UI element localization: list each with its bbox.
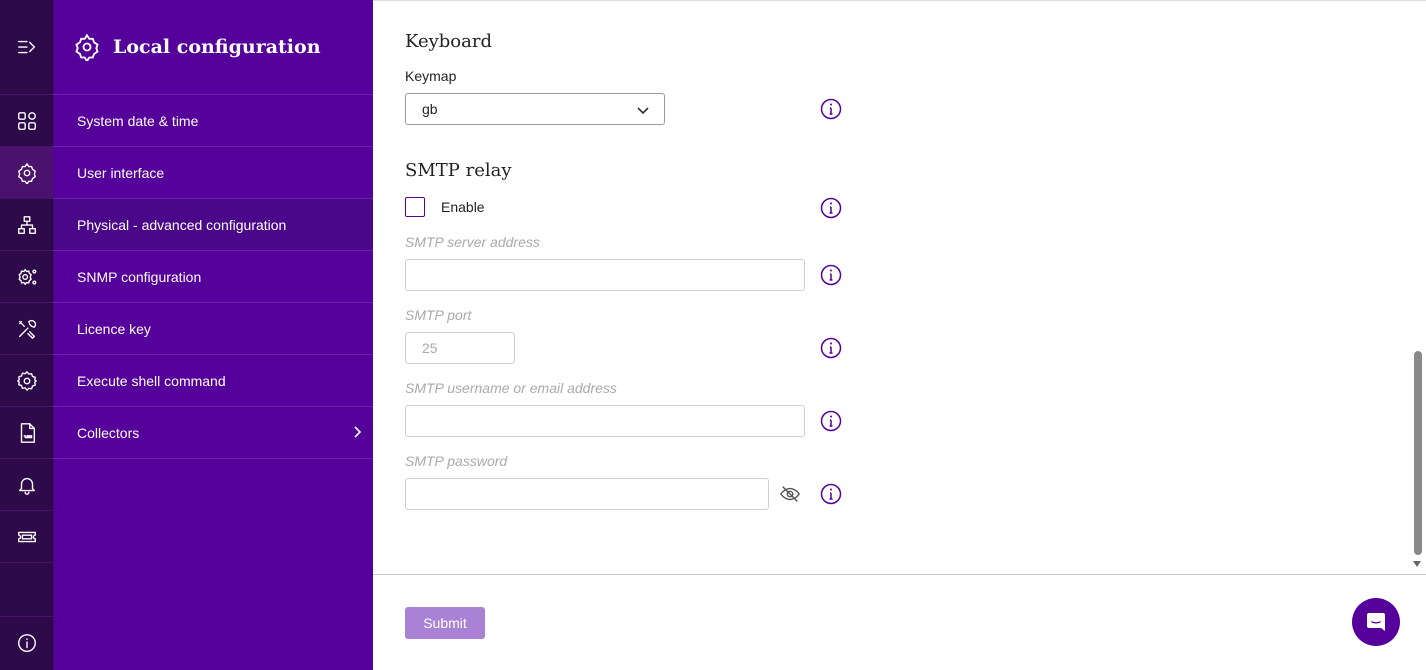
collapse-menu-icon	[17, 40, 35, 54]
hierarchy-icon	[17, 215, 36, 234]
rail-services[interactable]	[0, 251, 53, 303]
smtp-username-info-icon[interactable]	[820, 410, 842, 432]
rail-tools[interactable]	[0, 303, 53, 355]
keymap-info-icon[interactable]	[820, 98, 842, 120]
rail-logs[interactable]	[0, 407, 53, 459]
rail-local-configuration[interactable]	[0, 147, 53, 199]
vertical-scrollbar[interactable]	[1414, 351, 1422, 555]
smtp-password-label: SMTP password	[405, 453, 508, 469]
smtp-enable-info-icon[interactable]	[820, 197, 842, 219]
smtp-username-label: SMTP username or email address	[405, 380, 617, 396]
ticket-icon	[17, 531, 36, 542]
gear-icon	[16, 370, 37, 391]
sidebar-item-system-date-time[interactable]: System date & time	[53, 95, 373, 147]
sidebar-title: Local configuration	[113, 36, 321, 58]
sidebar-item-user-interface[interactable]: User interface	[53, 147, 373, 199]
smtp-enable-checkbox[interactable]	[405, 197, 425, 217]
sidebar-item-shell-command[interactable]: Execute shell command	[53, 355, 373, 407]
smtp-port-input[interactable]: 25	[405, 332, 515, 364]
sidebar-item-snmp[interactable]: SNMP configuration	[53, 251, 373, 303]
sidebar: Local configuration System date & time U…	[53, 0, 373, 670]
info-icon	[17, 633, 36, 652]
form-footer: Submit	[373, 574, 1426, 670]
smtp-server-input[interactable]	[405, 259, 805, 291]
icon-rail	[0, 0, 53, 670]
chat-launcher-button[interactable]	[1352, 598, 1400, 646]
rail-network[interactable]	[0, 199, 53, 251]
keymap-label: Keymap	[405, 68, 457, 84]
smtp-password-input[interactable]	[405, 478, 769, 510]
keymap-select[interactable]: gb	[405, 93, 665, 125]
rail-tickets[interactable]	[0, 511, 53, 563]
submit-button[interactable]: Submit	[405, 607, 485, 639]
smtp-server-info-icon[interactable]	[820, 264, 842, 286]
chat-icon	[1367, 613, 1385, 631]
scroll-down-arrow-icon[interactable]	[1413, 561, 1421, 567]
keyboard-section-title: Keyboard	[405, 31, 493, 52]
collapse-menu-button[interactable]	[0, 0, 53, 95]
sidebar-item-collectors[interactable]: Collectors	[53, 407, 373, 459]
rail-dashboard[interactable]	[0, 95, 53, 147]
smtp-port-label: SMTP port	[405, 307, 472, 323]
dashboard-icon	[17, 111, 36, 130]
smtp-port-info-icon[interactable]	[820, 337, 842, 359]
sidebar-item-licence-key[interactable]: Licence key	[53, 303, 373, 355]
chevron-right-icon	[349, 424, 365, 440]
sidebar-item-label: Collectors	[77, 424, 140, 441]
smtp-enable-label: Enable	[441, 199, 485, 215]
rail-settings[interactable]	[0, 355, 53, 407]
keymap-value: gb	[422, 101, 438, 117]
bell-icon	[18, 477, 35, 495]
smtp-password-info-icon[interactable]	[820, 483, 842, 505]
smtp-section-title: SMTP relay	[405, 160, 512, 181]
main-content: Keyboard Keymap gb SMTP relay Enable SMT…	[373, 0, 1426, 670]
sidebar-item-physical-advanced[interactable]: Physical - advanced configuration	[53, 199, 373, 251]
rail-info[interactable]	[0, 616, 53, 668]
rail-alerts[interactable]	[0, 459, 53, 511]
log-file-icon	[20, 422, 35, 443]
settings-network-icon	[17, 162, 36, 184]
sidebar-header: Local configuration	[53, 0, 373, 95]
settings-network-icon	[75, 33, 99, 61]
chevron-down-icon	[636, 103, 650, 117]
app: Local configuration System date & time U…	[0, 0, 1426, 670]
settings-nodes-icon	[18, 268, 36, 285]
eye-off-icon[interactable]	[779, 483, 801, 505]
smtp-server-label: SMTP server address	[405, 234, 540, 250]
tools-icon	[18, 319, 36, 339]
smtp-username-input[interactable]	[405, 405, 805, 437]
